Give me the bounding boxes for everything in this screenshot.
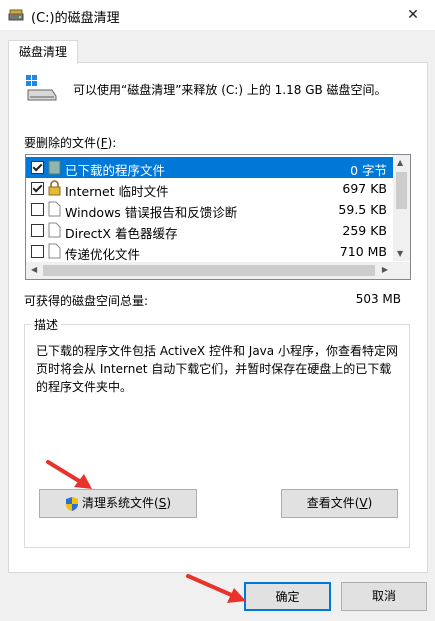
item-size: 0 字节 bbox=[350, 163, 387, 178]
files-list[interactable]: 已下载的程序文件 0 字节 Internet 临时文件 697 KB Windo… bbox=[25, 154, 411, 280]
scroll-thumb[interactable] bbox=[396, 172, 407, 209]
scroll-right-icon[interactable]: ▶ bbox=[382, 265, 388, 274]
item-size: 259 KB bbox=[342, 223, 387, 238]
disk-cleanup-icon bbox=[8, 9, 24, 21]
list-item[interactable]: 已下载的程序文件 0 字节 bbox=[26, 157, 393, 178]
folder-icon bbox=[48, 160, 61, 175]
drive-icon bbox=[26, 75, 57, 101]
item-name: 已下载的程序文件 bbox=[65, 163, 166, 178]
annotation-arrow-icon bbox=[186, 574, 246, 603]
vertical-scrollbar[interactable]: ▲ ▼ bbox=[393, 155, 410, 261]
item-name: DirectX 着色器缓存 bbox=[65, 226, 178, 241]
files-label: 要删除的文件(F): bbox=[24, 136, 117, 150]
uac-shield-icon bbox=[66, 496, 78, 511]
title-bar: (C:)的磁盘清理 ✕ bbox=[0, 0, 435, 30]
item-name: Internet 临时文件 bbox=[65, 184, 169, 199]
list-item[interactable]: Windows 错误报告和反馈诊断 59.5 KB bbox=[26, 199, 393, 220]
lock-icon bbox=[48, 180, 61, 196]
annotation-arrow-icon bbox=[46, 460, 92, 489]
scroll-thumb[interactable] bbox=[43, 265, 375, 276]
scroll-down-icon[interactable]: ▼ bbox=[397, 249, 403, 258]
item-name: Windows 错误报告和反馈诊断 bbox=[65, 205, 238, 220]
list-item[interactable]: Internet 临时文件 697 KB bbox=[26, 178, 393, 199]
item-size: 710 MB bbox=[339, 244, 387, 259]
cancel-button[interactable]: 取消 bbox=[341, 582, 427, 611]
available-space-label: 可获得的磁盘空间总量: bbox=[24, 294, 149, 308]
scroll-up-icon[interactable]: ▲ bbox=[397, 158, 403, 167]
item-name: 传递优化文件 bbox=[65, 247, 141, 262]
description-text: 已下载的程序文件包括 ActiveX 控件和 Java 小程序，你查看特定网页时… bbox=[36, 344, 398, 394]
scroll-left-icon[interactable]: ◀ bbox=[31, 265, 37, 274]
close-button[interactable]: ✕ bbox=[391, 0, 435, 30]
list-item[interactable]: DirectX 着色器缓存 259 KB bbox=[26, 220, 393, 241]
checkbox[interactable] bbox=[31, 224, 44, 237]
file-icon bbox=[48, 201, 61, 217]
view-files-button[interactable]: 查看文件(V) bbox=[281, 489, 398, 518]
item-size: 59.5 KB bbox=[338, 202, 387, 217]
tab-disk-cleanup[interactable]: 磁盘清理 bbox=[8, 40, 78, 64]
checkbox[interactable] bbox=[31, 161, 44, 174]
window-title: (C:)的磁盘清理 bbox=[31, 11, 120, 26]
clean-system-files-button[interactable]: 清理系统文件(S) bbox=[39, 489, 197, 518]
tab-label: 磁盘清理 bbox=[18, 45, 67, 59]
checkbox[interactable] bbox=[31, 245, 44, 258]
list-item[interactable]: 传递优化文件 710 MB bbox=[26, 241, 393, 262]
checkbox[interactable] bbox=[31, 182, 44, 195]
ok-button[interactable]: 确定 bbox=[244, 582, 331, 611]
available-space-value: 503 MB bbox=[355, 292, 401, 306]
checkbox[interactable] bbox=[31, 203, 44, 216]
horizontal-scrollbar[interactable]: ◀ ▶ bbox=[26, 262, 410, 279]
file-icon bbox=[48, 222, 61, 238]
close-icon: ✕ bbox=[407, 7, 419, 23]
file-icon bbox=[48, 243, 61, 259]
info-text: 可以使用“磁盘清理”来释放 (C:) 上的 1.18 GB 磁盘空间。 bbox=[73, 83, 387, 97]
item-size: 697 KB bbox=[342, 181, 387, 196]
description-title: 描述 bbox=[31, 316, 62, 333]
